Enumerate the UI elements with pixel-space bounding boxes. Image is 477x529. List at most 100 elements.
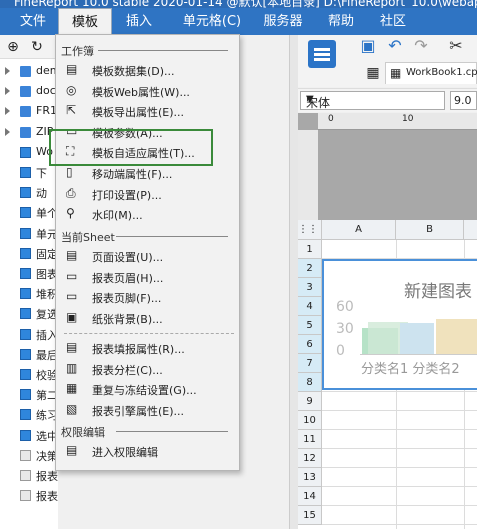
grid-line xyxy=(322,524,477,525)
menu-item[interactable]: ▧ 报表引擎属性(E)... xyxy=(56,400,239,420)
menu-item-label: 进入权限编辑 xyxy=(92,446,158,459)
y-tick-label: 0 xyxy=(336,343,345,359)
tree-item[interactable]: 动 xyxy=(0,183,58,203)
row-header[interactable]: 8 xyxy=(298,373,322,392)
cut-icon[interactable]: ✂ xyxy=(447,37,465,55)
tree-item[interactable]: 复选 xyxy=(0,304,58,324)
row-header[interactable]: 4 xyxy=(298,297,322,316)
redo-icon[interactable]: ↷ xyxy=(412,37,430,55)
expand-arrow-icon[interactable] xyxy=(5,107,10,116)
new-folder-icon[interactable]: ⊕ xyxy=(4,38,22,56)
menu-insert[interactable]: 插入 xyxy=(114,8,164,35)
panel-splitter[interactable] xyxy=(289,35,298,529)
tree-item[interactable]: 下 xyxy=(0,163,58,183)
row-header[interactable]: 1 xyxy=(298,240,322,259)
save-icon[interactable]: ▣ xyxy=(359,37,377,55)
select-all-corner[interactable]: ⋮⋮⋮ xyxy=(298,220,328,240)
menu-help[interactable]: 帮助 xyxy=(320,8,362,35)
divider xyxy=(116,236,228,237)
tree-item[interactable]: 单元 xyxy=(0,224,58,244)
tree-item[interactable]: 校验 xyxy=(0,365,58,385)
expand-arrow-icon[interactable] xyxy=(5,87,10,96)
tree-item[interactable]: 报表 xyxy=(0,486,58,506)
menu-item-label: 报表填报属性(R)... xyxy=(92,343,185,356)
tree-item[interactable]: dem xyxy=(0,62,58,82)
menu-item[interactable]: ▣ 纸张背景(B)... xyxy=(56,308,239,328)
chart-element[interactable]: 新建图表 60 30 0 分类名1 分类名2 xyxy=(322,259,477,390)
menu-item[interactable]: ▭ 报表页眉(H)... xyxy=(56,267,239,287)
row-header[interactable]: 14 xyxy=(298,487,322,506)
tree-item[interactable]: 第二 xyxy=(0,385,58,405)
font-name-select[interactable]: 宋体 ▼ xyxy=(300,91,445,110)
menu-server[interactable]: 服务器 xyxy=(256,8,310,35)
folder-icon xyxy=(20,66,31,77)
grid-icon[interactable]: ▦ xyxy=(364,64,382,82)
menu-community[interactable]: 社区 xyxy=(372,8,414,35)
row-header[interactable]: 6 xyxy=(298,335,322,354)
menu-item[interactable]: ⎙ 打印设置(P)... xyxy=(56,184,239,204)
left-toolbar: ⊕ ↻ xyxy=(0,35,58,59)
tree-item[interactable]: 图表 xyxy=(0,264,58,284)
menu-item-label: 移动端属性(F)... xyxy=(92,168,173,181)
tree-item-label: 报表 xyxy=(36,490,58,504)
columns-icon: ▥ xyxy=(66,360,78,375)
menu-item[interactable]: ▭ 报表页脚(F)... xyxy=(56,287,239,307)
tab-workbook[interactable]: ▦ WorkBook1.cpt xyxy=(385,62,477,84)
menu-item[interactable]: ⇱ 模板导出属性(E)... xyxy=(56,101,239,121)
menu-item[interactable]: ▤ 报表填报属性(R)... xyxy=(56,338,239,358)
menu-item[interactable]: ▥ 报表分栏(C)... xyxy=(56,359,239,379)
undo-icon[interactable]: ↶ xyxy=(386,37,404,55)
row-header[interactable]: 13 xyxy=(298,468,322,487)
grid-line xyxy=(322,486,477,487)
menu-item-label: 页面设置(U)... xyxy=(92,251,164,264)
menu-item[interactable]: ⚲ 水印(M)... xyxy=(56,204,239,224)
column-header[interactable]: A xyxy=(322,220,396,240)
menu-item[interactable]: ▯ 移动端属性(F)... xyxy=(56,163,239,183)
tree-item[interactable]: 单个 xyxy=(0,203,58,223)
column-header[interactable] xyxy=(464,220,477,240)
column-header[interactable]: B xyxy=(396,220,464,240)
tree-item[interactable]: FR1 xyxy=(0,102,58,122)
menu-file[interactable]: 文件 xyxy=(10,8,56,35)
expand-arrow-icon[interactable] xyxy=(5,127,10,136)
tree-item-label: 动 xyxy=(36,187,47,201)
file-icon xyxy=(20,187,31,199)
tree-item[interactable]: 插入 xyxy=(0,325,58,345)
font-size-select[interactable]: 9.0 xyxy=(450,91,477,110)
menu-item[interactable]: ▤ 模板数据集(D)... xyxy=(56,60,239,80)
menu-item[interactable]: ▤ 进入权限编辑 xyxy=(56,441,239,461)
row-header[interactable]: 2 xyxy=(298,259,322,278)
menu-item-label: 纸张背景(B)... xyxy=(92,312,163,326)
menu-item[interactable]: ▤ 页面设置(U)... xyxy=(56,246,239,266)
tree-item[interactable]: doc xyxy=(0,82,58,102)
row-header[interactable]: 3 xyxy=(298,278,322,297)
row-header[interactable]: 5 xyxy=(298,316,322,335)
template-list-icon[interactable] xyxy=(308,40,336,68)
row-header[interactable]: 12 xyxy=(298,449,322,468)
tree-item[interactable]: 最后 xyxy=(0,345,58,365)
row-header[interactable]: 7 xyxy=(298,354,322,373)
menu-item[interactable]: ▦ 重复与冻结设置(G)... xyxy=(56,379,239,399)
grid-line xyxy=(322,429,477,430)
tree-item[interactable]: 固定 xyxy=(0,244,58,264)
ruler-tick-0: 0 xyxy=(328,114,334,124)
row-header[interactable]: 15 xyxy=(298,506,322,525)
tree-item[interactable]: 堆积 xyxy=(0,284,58,304)
row-header[interactable]: 9 xyxy=(298,392,322,411)
tree-item[interactable]: 练习 xyxy=(0,405,58,425)
file-icon xyxy=(20,369,31,380)
expand-arrow-icon[interactable] xyxy=(5,67,10,75)
tree-item-label: FR1 xyxy=(36,104,57,118)
row-header[interactable]: 10 xyxy=(298,411,322,430)
refresh-icon[interactable]: ↻ xyxy=(28,38,46,56)
menu-template[interactable]: 模板 xyxy=(58,8,112,35)
page-setup-icon: ▤ xyxy=(66,248,78,262)
tree-item[interactable]: 选中 xyxy=(0,426,58,446)
row-header[interactable]: 11 xyxy=(298,430,322,449)
menu-cell[interactable]: 单元格(C) xyxy=(170,8,254,35)
menu-item[interactable]: ◎ 模板Web属性(W)... xyxy=(56,81,239,101)
tree-item[interactable]: 决策 xyxy=(0,446,58,466)
engine-icon: ▧ xyxy=(66,401,78,416)
file-icon xyxy=(20,268,31,279)
tree-item[interactable]: 报表 xyxy=(0,466,58,486)
